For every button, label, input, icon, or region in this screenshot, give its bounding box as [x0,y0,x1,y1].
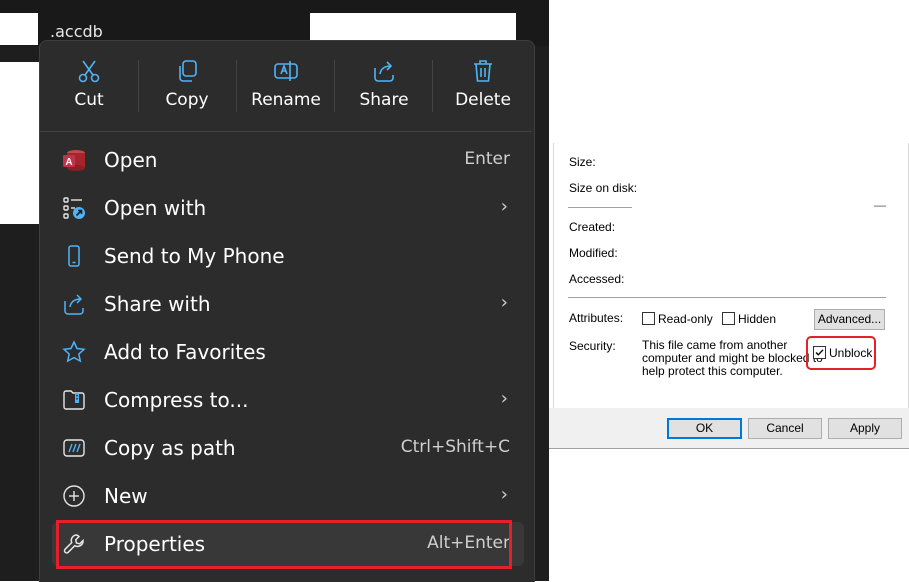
divider [432,60,433,112]
read-only-label: Read-only [658,312,713,326]
star-icon [62,340,86,363]
dash-text: — [874,198,886,212]
delete-button[interactable]: Delete [438,58,528,118]
cut-button[interactable]: Cut [44,58,134,118]
accessed-label: Accessed: [569,272,625,286]
menu-item-open-with[interactable]: Open with › [52,186,524,230]
scissors-icon [78,60,100,83]
access-app-icon: A [63,150,85,171]
divider [40,131,532,132]
divider [138,60,139,112]
share-with-icon [64,294,84,315]
security-label: Security: [569,339,616,353]
hidden-label: Hidden [738,312,777,326]
chevron-right-icon: › [500,292,508,313]
phone-icon [68,245,80,267]
chevron-right-icon: › [500,484,508,505]
share-button[interactable]: Share [339,58,429,118]
open-with-icon [63,197,85,219]
rename-icon [274,61,298,81]
hidden-checkbox[interactable] [722,312,735,325]
divider [334,60,335,112]
size-on-disk-label: Size on disk: [569,181,638,195]
menu-item-new[interactable]: New › [52,474,524,518]
cancel-button[interactable]: Cancel [748,418,822,439]
highlight-annotation [56,520,512,569]
attributes-label: Attributes: [569,311,624,325]
chevron-right-icon: › [500,388,508,409]
menu-item-copy-as-path[interactable]: Copy as path Ctrl+Shift+C [52,426,524,470]
menu-item-add-to-favorites[interactable]: Add to Favorites [52,330,524,374]
read-only-checkbox[interactable] [642,312,655,325]
highlight-annotation [806,336,876,370]
menu-item-compress-to[interactable]: Compress to... › [52,378,524,422]
rename-label: Rename [251,90,321,110]
size-label: Size: [569,155,596,169]
copy-label: Copy [165,90,209,110]
zip-folder-icon [63,390,85,410]
redacted-area [0,62,40,224]
menu-item-send-to-phone[interactable]: Send to My Phone [52,234,524,278]
menu-item-share-with[interactable]: Share with › [52,282,524,326]
cut-label: Cut [74,90,104,110]
divider [568,207,632,208]
svg-text:A: A [65,157,72,168]
copy-button[interactable]: Copy [142,58,232,118]
copy-path-icon [63,439,85,457]
created-label: Created: [569,220,616,234]
chevron-right-icon: › [500,196,508,217]
share-icon [374,61,394,82]
delete-label: Delete [455,90,511,110]
share-label: Share [359,90,409,110]
apply-button[interactable]: Apply [828,418,902,439]
advanced-button[interactable]: Advanced... [814,309,885,330]
modified-label: Modified: [569,246,618,260]
plus-circle-icon [63,485,85,507]
rename-button[interactable]: Rename [241,58,331,118]
divider [568,297,886,298]
divider [236,60,237,112]
menu-item-open[interactable]: A Open Enter [52,138,524,182]
redacted-area [0,13,38,45]
ok-button[interactable]: OK [667,418,742,439]
file-name: .accdb [50,22,103,41]
trash-icon [474,60,492,82]
copy-icon [179,60,197,82]
security-message: This file came from another computer and… [642,338,823,378]
